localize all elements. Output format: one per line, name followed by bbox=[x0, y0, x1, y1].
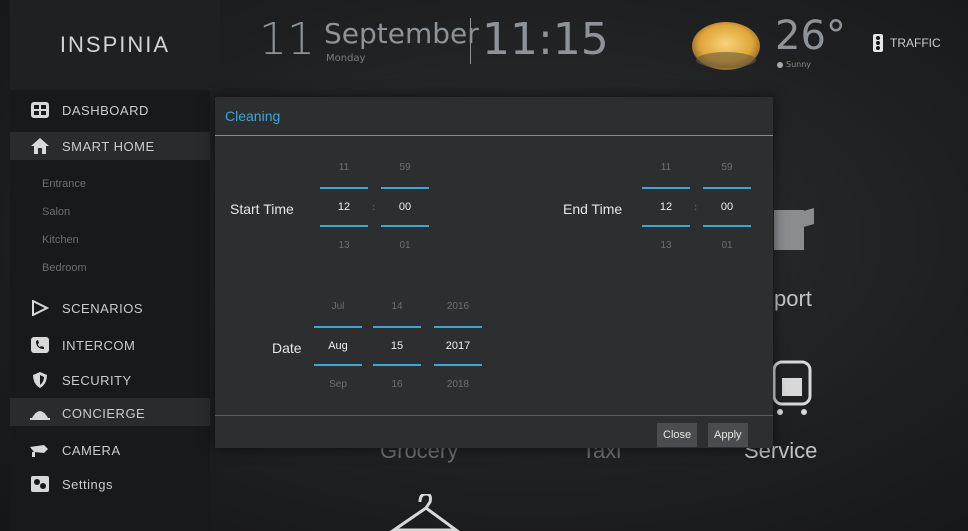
sidebar-item-concierge[interactable]: CONCIERGE bbox=[30, 401, 145, 425]
date-weekday: Monday bbox=[326, 53, 366, 64]
tile-label-transport: port bbox=[774, 286, 812, 311]
laundry-hanger-icon bbox=[390, 494, 460, 531]
traffic-link[interactable]: TRAFFIC bbox=[872, 34, 941, 52]
traffic-light-icon bbox=[873, 34, 883, 52]
start-hour-value[interactable]: 12 bbox=[320, 187, 368, 227]
date-day-prev[interactable]: 14 bbox=[373, 300, 421, 314]
room-bedroom[interactable]: Bedroom bbox=[42, 262, 87, 274]
weather-dot-icon bbox=[777, 61, 783, 68]
room-service-icon bbox=[772, 360, 812, 415]
sidebar-item-label: SMART HOME bbox=[62, 138, 155, 154]
play-icon bbox=[30, 300, 50, 316]
phone-icon bbox=[30, 337, 50, 353]
app-frame: INSPINIA 11 September Monday 11:15 26° S… bbox=[0, 0, 968, 531]
home-icon bbox=[30, 138, 50, 154]
dialog-header: Cleaning bbox=[215, 97, 773, 136]
cleaning-dialog: Cleaning Start Time 11 12 13 : 59 00 01 … bbox=[215, 97, 773, 448]
date-day-next[interactable]: 16 bbox=[373, 378, 421, 392]
date-month-picker[interactable]: Jul Aug Sep bbox=[314, 300, 362, 392]
end-minute-next[interactable]: 01 bbox=[703, 239, 751, 253]
sidebar-item-security[interactable]: SECURITY bbox=[30, 368, 132, 392]
sidebar-item-intercom[interactable]: INTERCOM bbox=[30, 333, 135, 357]
date-label: Date bbox=[272, 340, 302, 356]
dialog-footer-divider bbox=[215, 415, 773, 416]
sidebar-item-camera[interactable]: CAMERA bbox=[30, 438, 121, 462]
weather-condition-label: Sunny bbox=[786, 60, 812, 69]
room-kitchen[interactable]: Kitchen bbox=[42, 234, 79, 246]
end-time-separator: : bbox=[694, 202, 698, 213]
date-day: 11 bbox=[259, 14, 315, 65]
sidebar-item-label: INTERCOM bbox=[62, 337, 136, 353]
end-hour-prev[interactable]: 11 bbox=[642, 161, 690, 175]
top-bar: INSPINIA 11 September Monday 11:15 26° S… bbox=[0, 0, 968, 90]
end-hour-value[interactable]: 12 bbox=[642, 187, 690, 227]
sidebar-item-smart-home[interactable]: SMART HOME bbox=[30, 134, 155, 158]
start-minute-next[interactable]: 01 bbox=[381, 239, 429, 253]
sidebar-item-scenarios[interactable]: SCENARIOS bbox=[30, 296, 143, 320]
start-hour-next[interactable]: 13 bbox=[320, 239, 368, 253]
end-minute-picker[interactable]: 59 00 01 bbox=[703, 161, 751, 253]
end-minute-prev[interactable]: 59 bbox=[703, 161, 751, 175]
start-minute-prev[interactable]: 59 bbox=[381, 161, 429, 175]
date-year-picker[interactable]: 2016 2017 2018 bbox=[434, 300, 482, 392]
date-year-value[interactable]: 2017 bbox=[434, 326, 482, 366]
start-hour-picker[interactable]: 11 12 13 bbox=[320, 161, 368, 253]
date-month-next[interactable]: Sep bbox=[314, 378, 362, 392]
sidebar-item-dashboard[interactable]: DASHBOARD bbox=[30, 98, 149, 122]
close-button[interactable]: Close bbox=[657, 423, 698, 447]
date-month-value[interactable]: Aug bbox=[314, 326, 362, 366]
brand-logo: INSPINIA bbox=[10, 0, 220, 90]
dashboard-icon bbox=[30, 102, 50, 118]
start-hour-prev[interactable]: 11 bbox=[320, 161, 368, 175]
dialog-title: Cleaning bbox=[225, 108, 281, 124]
apply-button[interactable]: Apply bbox=[708, 423, 748, 447]
sidebar-item-label: CAMERA bbox=[62, 442, 121, 458]
temperature: 26° bbox=[775, 13, 846, 59]
sidebar-item-label: CONCIERGE bbox=[62, 405, 146, 421]
end-minute-value[interactable]: 00 bbox=[703, 187, 751, 227]
end-hour-picker[interactable]: 11 12 13 bbox=[642, 161, 690, 253]
date-day-picker[interactable]: 14 15 16 bbox=[373, 300, 421, 392]
sidebar-item-label: SECURITY bbox=[62, 372, 132, 388]
start-time-separator: : bbox=[372, 202, 376, 213]
brand-name: INSPINIA bbox=[59, 32, 171, 57]
end-hour-next[interactable]: 13 bbox=[642, 239, 690, 253]
date-day-value[interactable]: 15 bbox=[373, 326, 421, 366]
date-time-divider bbox=[470, 18, 471, 64]
start-time-label: Start Time bbox=[230, 201, 294, 217]
sidebar-item-label: Settings bbox=[62, 476, 113, 492]
clock-time: 11:15 bbox=[482, 14, 609, 65]
weather-condition: Sunny bbox=[777, 60, 811, 69]
sidebar-item-label: SCENARIOS bbox=[62, 300, 144, 316]
shield-icon bbox=[30, 372, 50, 388]
settings-icon bbox=[30, 476, 50, 492]
date-month-prev[interactable]: Jul bbox=[314, 300, 362, 314]
transport-icon bbox=[774, 208, 814, 250]
sun-icon bbox=[692, 22, 760, 70]
room-salon[interactable]: Salon bbox=[42, 206, 70, 218]
start-minute-value[interactable]: 00 bbox=[381, 187, 429, 227]
date-year-prev[interactable]: 2016 bbox=[434, 300, 482, 314]
start-minute-picker[interactable]: 59 00 01 bbox=[381, 161, 429, 253]
concierge-icon bbox=[30, 405, 50, 421]
date-month: September bbox=[324, 17, 479, 50]
sidebar-item-settings[interactable]: Settings bbox=[30, 472, 113, 496]
traffic-label: TRAFFIC bbox=[890, 36, 941, 50]
end-time-label: End Time bbox=[563, 201, 623, 217]
camera-icon bbox=[30, 442, 50, 458]
sidebar-item-label: DASHBOARD bbox=[62, 102, 149, 118]
date-year-next[interactable]: 2018 bbox=[434, 378, 482, 392]
room-entrance[interactable]: Entrance bbox=[42, 178, 86, 190]
